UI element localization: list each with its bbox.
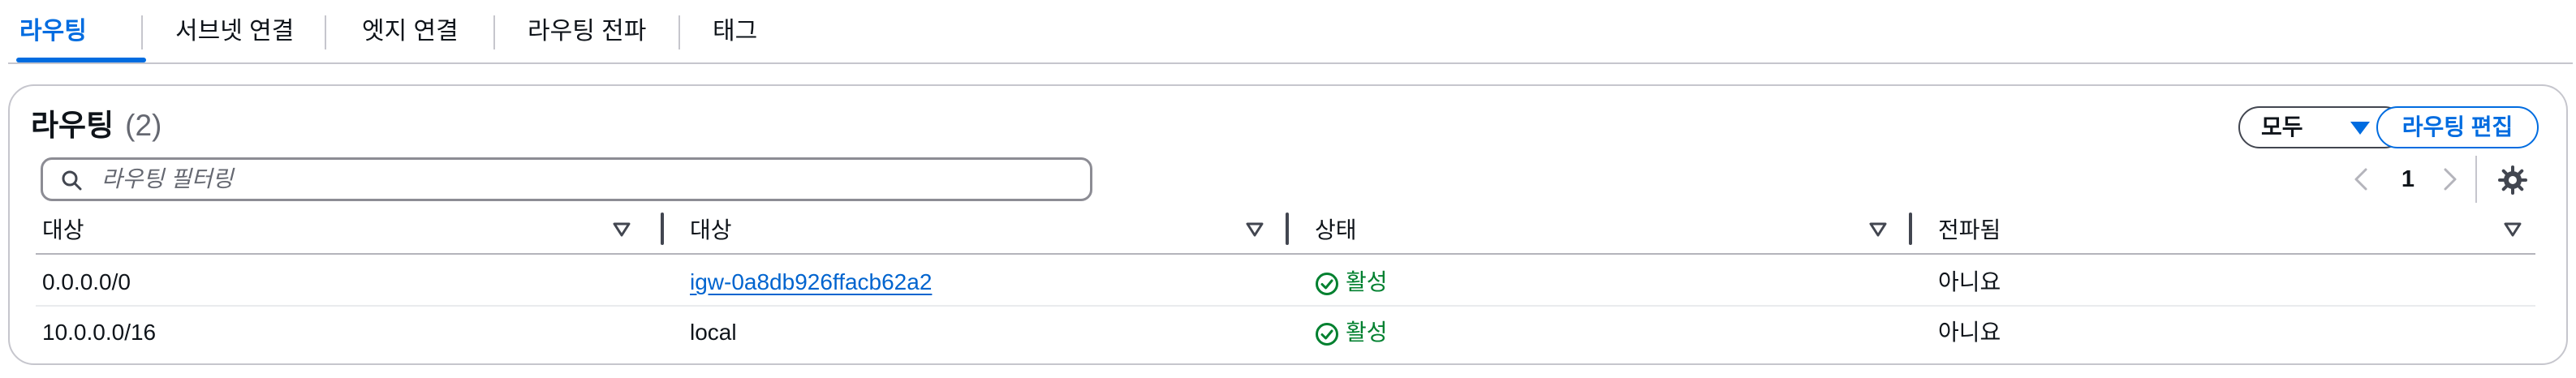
column-resizer[interactable]	[661, 213, 664, 245]
tab-tags[interactable]: 태그	[713, 13, 757, 50]
tab-routes[interactable]: 라우팅	[19, 13, 87, 50]
column-header-target: 대상	[690, 217, 732, 243]
sort-triangle-icon[interactable]	[2503, 221, 2522, 238]
check-circle-icon	[1316, 273, 1338, 295]
column-header-propagated: 전파됨	[1938, 217, 2001, 243]
routes-count: (2)	[125, 109, 162, 142]
cell-target-link[interactable]: igw-0a8db926ffacb62a2	[690, 266, 932, 299]
cell-destination: 0.0.0.0/0	[42, 269, 131, 294]
table-header-divider	[36, 253, 2535, 255]
tab-divider	[678, 15, 680, 49]
routes-title: 라우팅	[31, 109, 114, 142]
column-resizer[interactable]	[1909, 213, 1912, 245]
tab-bar: 라우팅 서브넷 연결 엣지 연결 라우팅 전파 태그	[8, 0, 2573, 65]
table-row-divider	[36, 305, 2535, 307]
search-icon	[62, 170, 82, 191]
tab-divider	[141, 15, 143, 49]
cell-target: local	[690, 320, 737, 345]
status-label: 활성	[1346, 269, 1388, 294]
tab-divider	[493, 15, 495, 49]
search-placeholder: 라우팅 필터링	[101, 166, 234, 191]
tab-subnet-associations[interactable]: 서브넷 연결	[175, 13, 294, 50]
caret-down-icon	[2350, 122, 2370, 135]
sort-triangle-icon[interactable]	[1245, 221, 1264, 238]
route-filter-input[interactable]: 라우팅 필터링	[41, 157, 1092, 201]
column-header-destination: 대상	[42, 217, 84, 243]
sort-triangle-icon[interactable]	[1868, 221, 1888, 238]
tab-edge-associations[interactable]: 엣지 연결	[362, 13, 459, 50]
routes-heading: 라우팅 (2)	[31, 105, 162, 146]
route-table-view: 라우팅 서브넷 연결 엣지 연결 라우팅 전파 태그 라우팅 (2) 모두 라우팅…	[0, 0, 2576, 378]
edit-routes-button[interactable]: 라우팅 편집	[2376, 106, 2539, 148]
tab-bar-baseline	[8, 62, 2573, 64]
current-page[interactable]: 1	[2396, 161, 2420, 198]
cell-propagated: 아니요	[1938, 269, 2001, 294]
tab-divider	[325, 15, 326, 49]
status-label: 활성	[1346, 320, 1388, 345]
chevron-right-icon[interactable]	[2438, 159, 2462, 200]
cell-propagated: 아니요	[1938, 320, 2001, 345]
sort-triangle-icon[interactable]	[612, 221, 631, 238]
column-header-status: 상태	[1315, 217, 1357, 243]
cell-destination: 10.0.0.0/16	[42, 320, 157, 345]
column-resizer[interactable]	[1286, 213, 1289, 245]
tab-route-propagation[interactable]: 라우팅 전파	[528, 13, 646, 50]
gear-icon[interactable]	[2496, 164, 2529, 196]
filter-all-label: 모두	[2261, 114, 2303, 140]
pager-divider	[2475, 156, 2477, 203]
chevron-left-icon[interactable]	[2349, 159, 2373, 200]
check-circle-icon	[1316, 323, 1338, 346]
